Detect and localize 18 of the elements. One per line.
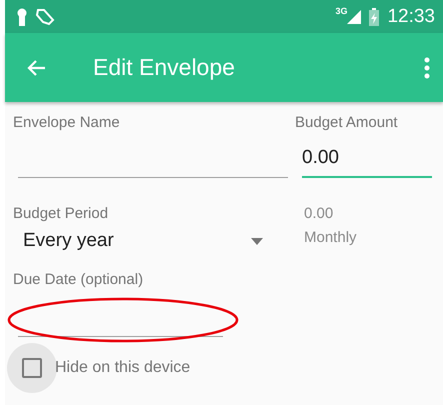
summary-period: Monthly — [304, 229, 358, 246]
screen-title: Edit Envelope — [93, 54, 236, 81]
status-time: 12:33 — [387, 6, 435, 28]
summary-amount: 0.00 — [304, 205, 334, 222]
field-label: Envelope Name — [13, 114, 121, 131]
dropdown-caret-icon — [251, 238, 263, 244]
checkbox-label: Hide on this device — [55, 359, 190, 377]
field-label: Budget Amount — [295, 114, 399, 131]
field-label: Due Date (optional) — [13, 271, 144, 288]
budget-period-dropdown[interactable]: Every year — [13, 230, 263, 252]
network-type: 3G — [335, 6, 348, 16]
more-options-icon[interactable] — [423, 56, 431, 80]
budget-amount-field[interactable]: 0.00 — [302, 144, 432, 178]
battery-icon — [369, 8, 380, 26]
signal-icon — [347, 10, 362, 24]
field-label: Budget Period — [13, 205, 110, 222]
checkbox[interactable] — [22, 358, 42, 378]
keyhole-icon — [17, 8, 27, 26]
